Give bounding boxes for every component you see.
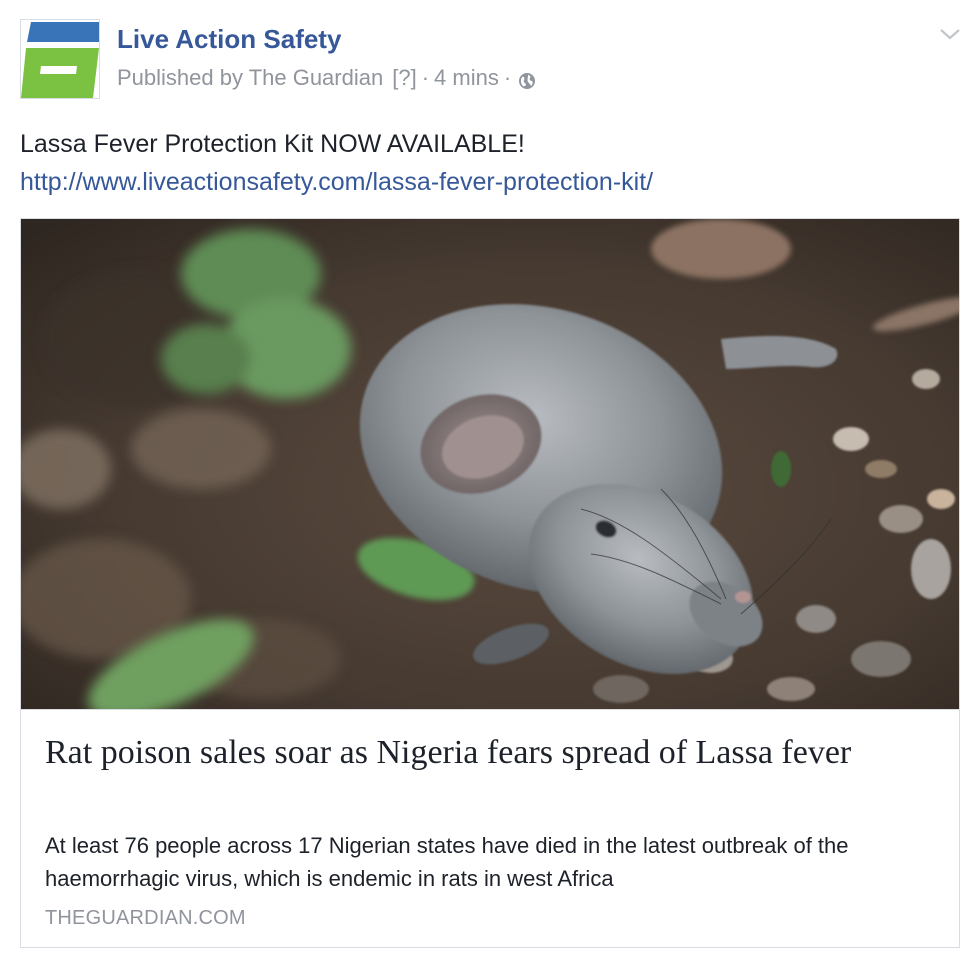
page-avatar[interactable] <box>20 19 100 99</box>
page-logo <box>21 20 99 98</box>
help-marker[interactable]: [?] <box>392 65 416 91</box>
feed-post: Live Action Safety Published by The Guar… <box>0 0 978 968</box>
meta-separator: · <box>503 65 512 90</box>
globe-icon[interactable] <box>518 70 536 89</box>
post-meta: Published by The Guardian [?] · 4 mins · <box>117 65 536 91</box>
rat-photo[interactable] <box>21 219 959 710</box>
published-by-label[interactable]: Published by The Guardian <box>117 65 383 91</box>
message-text: Lassa Fever Protection Kit NOW AVAILABLE… <box>20 130 525 158</box>
article-description: At least 76 people across 17 Nigerian st… <box>45 833 849 891</box>
chevron-down-icon[interactable] <box>938 26 962 42</box>
article-title[interactable]: Rat poison sales soar as Nigeria fears s… <box>45 731 925 775</box>
page-name-link[interactable]: Live Action Safety <box>117 24 341 55</box>
post-timestamp[interactable]: 4 mins <box>434 65 499 91</box>
link-preview-card[interactable]: Rat poison sales soar as Nigeria fears s… <box>20 218 960 948</box>
post-message: Lassa Fever Protection Kit NOW AVAILABLE… <box>20 125 653 201</box>
message-link[interactable]: http://www.liveactionsafety.com/lassa-fe… <box>20 163 653 201</box>
article-domain: THEGUARDIAN.COM <box>45 907 246 929</box>
meta-separator: · <box>421 65 430 90</box>
